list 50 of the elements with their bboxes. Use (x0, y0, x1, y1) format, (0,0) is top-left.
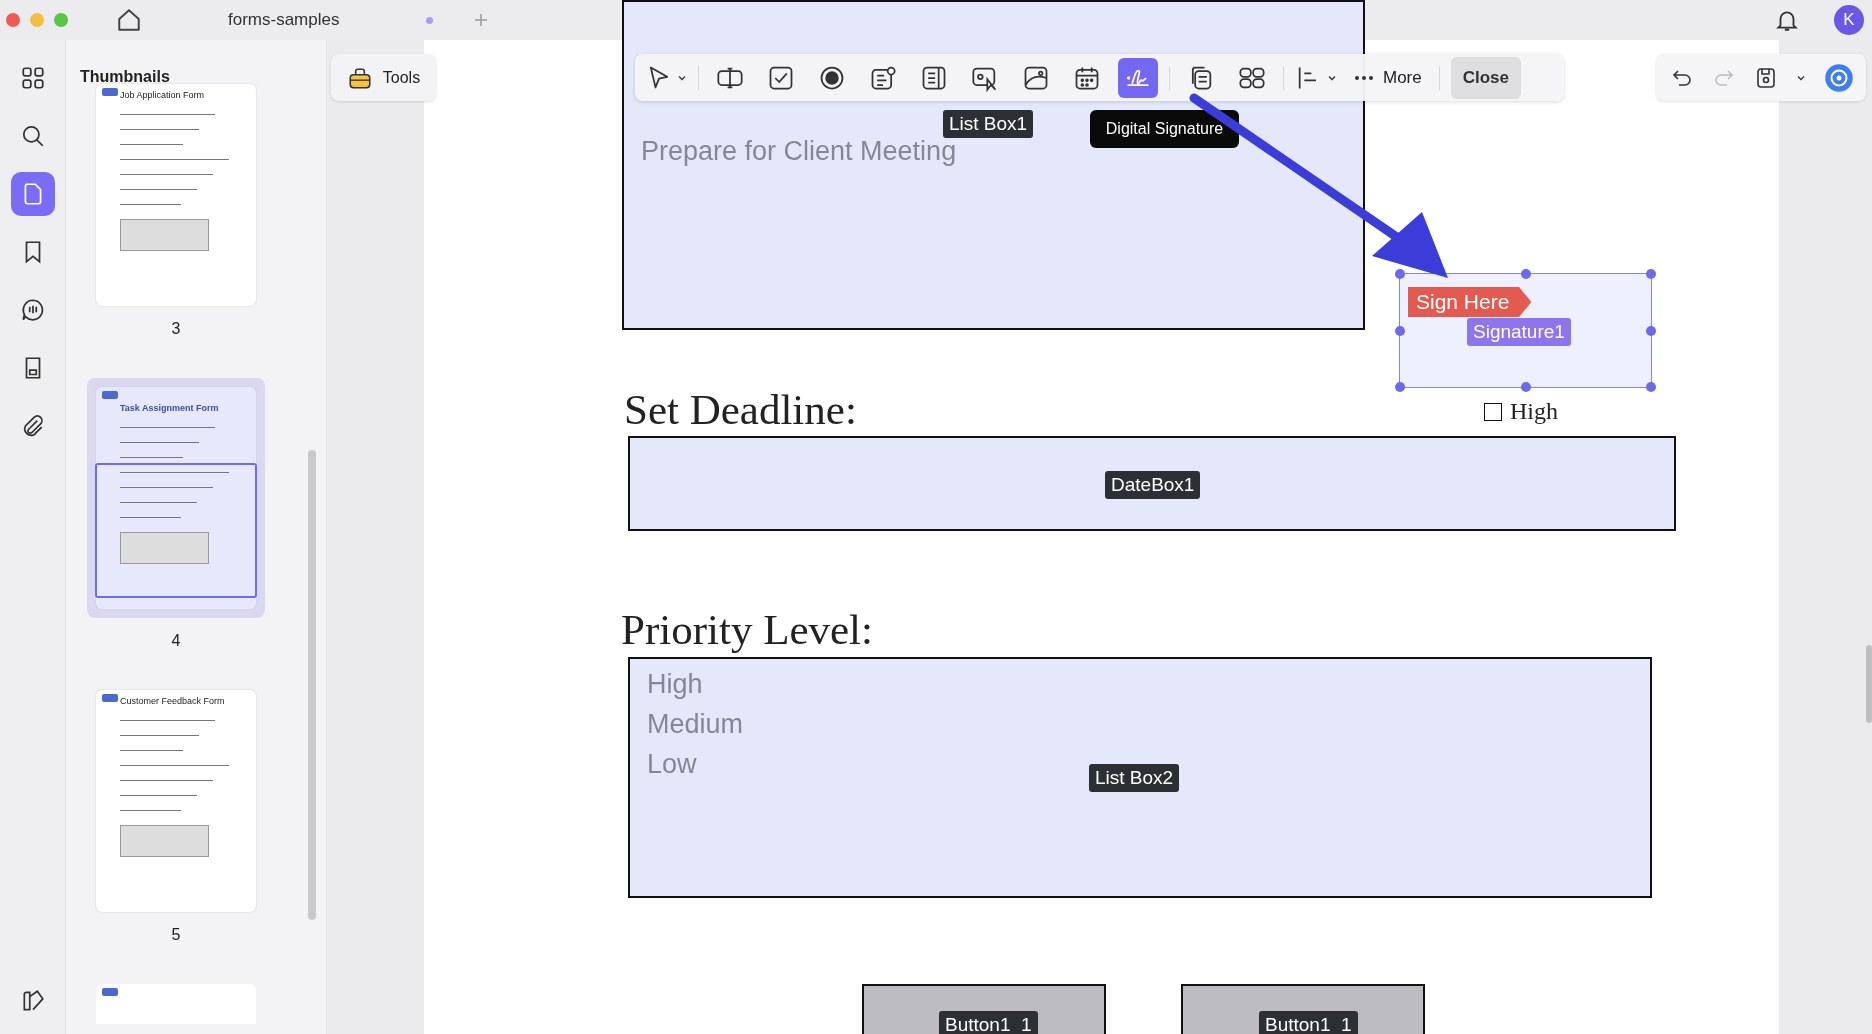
unsaved-dot-icon (426, 16, 433, 24)
close-window-button[interactable] (6, 13, 20, 27)
field-label: DateBox1 (1105, 471, 1201, 499)
resize-handle[interactable] (1646, 269, 1656, 279)
tooltip: Digital Signature (1090, 110, 1239, 148)
resize-handle[interactable] (1520, 382, 1531, 392)
section-heading: Priority Level: (621, 605, 873, 654)
page-thumbnail[interactable]: Job Application Form (96, 84, 256, 306)
resize-handle[interactable] (1395, 325, 1405, 336)
resize-handle[interactable] (1395, 382, 1405, 392)
logo-icon (102, 694, 118, 702)
page-number: 3 (171, 320, 181, 338)
user-avatar[interactable]: K (1834, 5, 1864, 35)
thumbnail-title: Customer Feedback Form (120, 696, 225, 706)
panel-title: Thumbnails (79, 67, 171, 87)
save-icon[interactable] (1754, 65, 1778, 90)
high-checkbox[interactable]: High (1484, 398, 1558, 425)
tools-button[interactable]: Tools (331, 54, 436, 101)
assistant-icon[interactable] (1824, 62, 1854, 93)
close-button[interactable]: Close (1450, 56, 1522, 99)
scrollbar-thumb[interactable] (308, 450, 316, 920)
resize-handle[interactable] (1646, 325, 1656, 336)
sign-here-tag: Sign Here (1408, 287, 1532, 317)
logo-icon (102, 988, 118, 996)
date-field[interactable] (628, 436, 1676, 531)
page-number: 5 (171, 926, 181, 944)
signature-tool-button[interactable] (1118, 57, 1158, 98)
home-icon[interactable] (116, 7, 142, 33)
field-label: List Box2 (1089, 764, 1180, 792)
viewport-frame[interactable] (95, 463, 257, 598)
field-label: Signature1 (1467, 318, 1571, 346)
field-label: Button1_1 (1259, 1011, 1358, 1034)
page-number: 4 (171, 632, 181, 650)
logo-icon (102, 88, 118, 96)
selected-page-thumbnail[interactable]: Task Assignment Form (87, 378, 265, 618)
resize-handle[interactable] (1395, 269, 1405, 279)
page-thumbnail[interactable]: Customer Feedback Form (96, 690, 256, 912)
field-label: List Box1 (943, 110, 1034, 138)
logo-icon (102, 391, 118, 399)
field-label: Button1_1 (939, 1011, 1038, 1034)
thumbnail-title: Job Application Form (120, 90, 205, 100)
document-tab[interactable]: forms-samples (228, 10, 388, 30)
resize-handle[interactable] (1520, 269, 1531, 279)
resize-handle[interactable] (1646, 382, 1656, 392)
scrollbar-thumb[interactable] (1866, 645, 1872, 723)
section-heading: Set Deadline: (624, 385, 857, 434)
page-icon[interactable] (10, 172, 55, 216)
thumbnail-title: Task Assignment Form (120, 403, 219, 413)
page-thumbnail[interactable] (96, 984, 256, 1024)
more-dots-icon (1354, 74, 1374, 81)
